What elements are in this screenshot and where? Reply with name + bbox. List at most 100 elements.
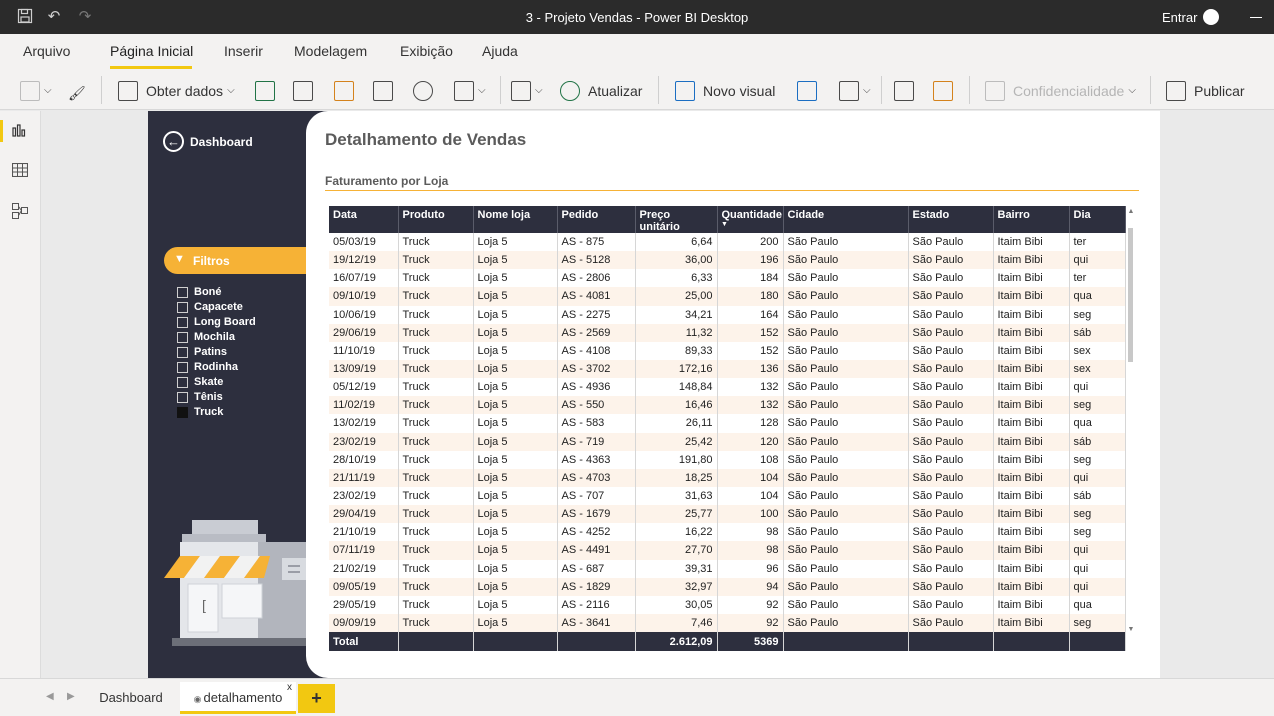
column-header[interactable]: Nome loja (473, 206, 558, 233)
refresh-button[interactable]: Atualizar (560, 78, 642, 102)
paste-button[interactable]: ⌵ (20, 78, 52, 102)
table-cell: 128 (717, 414, 784, 433)
next-page-icon[interactable]: ▶ (67, 691, 75, 702)
table-cell: qua (1069, 287, 1126, 306)
model-view-icon[interactable] (12, 203, 30, 219)
table-row[interactable]: 13/02/19 Truck Loja 5 AS - 583 26,11 128 São P… (329, 414, 1126, 433)
table-cell: seg (1069, 505, 1126, 524)
report-view-icon[interactable] (12, 123, 30, 139)
column-header[interactable]: Produto (398, 206, 474, 233)
table-scrollbar[interactable]: ▲ ▼ (1127, 208, 1135, 636)
total-cell (557, 632, 636, 652)
table-row[interactable]: 21/02/19 Truck Loja 5 AS - 687 39,31 96 São Pa… (329, 559, 1126, 578)
table-cell: São Paulo (908, 505, 994, 524)
table-row[interactable]: 29/05/19 Truck Loja 5 AS - 2116 30,05 92 São P… (329, 595, 1126, 614)
scroll-up-icon[interactable]: ▲ (1127, 208, 1135, 215)
table-row[interactable]: 07/11/19 Truck Loja 5 AS - 4491 27,70 98 São P… (329, 541, 1126, 560)
table-cell: seg (1069, 305, 1126, 324)
column-header[interactable]: Pedido (557, 206, 636, 233)
table-row[interactable]: 10/06/19 Truck Loja 5 AS - 2275 34,21 164 São … (329, 305, 1126, 324)
menu-inserir[interactable]: Inserir (224, 43, 263, 59)
window-title: 3 - Projeto Vendas - Power BI Desktop (525, 10, 749, 25)
new-visual-button[interactable]: Novo visual (675, 78, 775, 102)
excel-button[interactable] (255, 78, 275, 102)
table-row[interactable]: 23/02/19 Truck Loja 5 AS - 707 31,63 104 São P… (329, 486, 1126, 506)
table-row[interactable]: 23/02/19 Truck Loja 5 AS - 719 25,42 120 São P… (329, 432, 1126, 451)
table-row[interactable]: 05/12/19 Truck Loja 5 AS - 4936 148,84 132 São… (329, 378, 1126, 397)
table-cell: Truck (398, 559, 474, 578)
checkbox[interactable] (177, 407, 188, 418)
data-view-icon[interactable] (11, 162, 30, 179)
checkbox[interactable] (177, 392, 188, 403)
close-icon[interactable]: x (287, 672, 292, 704)
checkbox[interactable] (177, 302, 188, 313)
checkbox[interactable] (177, 332, 188, 343)
checkbox[interactable] (177, 287, 188, 298)
table-row[interactable]: 09/05/19 Truck Loja 5 AS - 1829 32,97 94 São P… (329, 577, 1126, 596)
menu-arquivo[interactable]: Arquivo (23, 43, 70, 59)
back-to-dashboard-link[interactable]: Dashboard (190, 135, 253, 149)
table-row[interactable]: 16/07/19 Truck Loja 5 AS - 2806 6,33 184 São P… (329, 269, 1126, 288)
table-row[interactable]: 09/09/19 Truck Loja 5 AS - 3641 7,46 92 São Pa… (329, 613, 1126, 633)
more-visuals-button[interactable]: ⌵ (839, 78, 871, 102)
minimize-button[interactable] (1250, 17, 1262, 18)
sort-descending-icon[interactable]: ▼ (721, 221, 728, 228)
menu-ajuda[interactable]: Ajuda (482, 43, 518, 59)
table-cell: 100 (717, 505, 784, 524)
table-row[interactable]: 19/12/19 Truck Loja 5 AS - 5128 36,00 196 São … (329, 251, 1126, 270)
table-row[interactable]: 05/03/19 Truck Loja 5 AS - 875 6,64 200 São Pa… (329, 233, 1126, 252)
tab-detalhamento[interactable]: ◉ detalhamento x (180, 682, 296, 714)
sensitivity-button[interactable]: Confidencialidade ⌵ (985, 78, 1136, 102)
column-header[interactable]: Quantidade (717, 206, 784, 233)
prev-page-icon[interactable]: ◀ (46, 691, 54, 702)
table-row[interactable]: 09/10/19 Truck Loja 5 AS - 4081 25,00 180 São … (329, 287, 1126, 306)
table-cell: São Paulo (908, 396, 994, 415)
table-row[interactable]: 11/02/19 Truck Loja 5 AS - 550 16,46 132 São P… (329, 396, 1126, 415)
checkbox[interactable] (177, 317, 188, 328)
table-row[interactable]: 29/06/19 Truck Loja 5 AS - 2569 11,32 152 São … (329, 323, 1126, 342)
column-header[interactable]: Bairro (993, 206, 1070, 233)
tab-dashboard[interactable]: Dashboard (86, 682, 176, 714)
table-cell: Truck (398, 269, 474, 288)
avatar[interactable] (1203, 9, 1219, 25)
add-page-button[interactable]: + (298, 684, 335, 713)
column-header[interactable]: Cidade (783, 206, 909, 233)
transform-data-button[interactable]: ⌵ (511, 78, 543, 102)
column-header[interactable]: Data (329, 206, 399, 233)
table-row[interactable]: 29/04/19 Truck Loja 5 AS - 1679 25,77 100 São … (329, 505, 1126, 524)
new-measure-button[interactable] (894, 78, 914, 102)
enter-data-button[interactable] (334, 78, 354, 102)
menu-pagina-inicial[interactable]: Página Inicial (110, 43, 193, 59)
column-header[interactable]: Estado (908, 206, 994, 233)
publish-button[interactable]: Publicar (1166, 78, 1245, 102)
table-cell: São Paulo (783, 233, 909, 252)
recent-sources-button[interactable]: ⌵ (454, 78, 486, 102)
table-cell: 184 (717, 269, 784, 288)
table-row[interactable]: 11/10/19 Truck Loja 5 AS - 4108 89,33 152 São … (329, 341, 1126, 360)
table-row[interactable]: 21/10/19 Truck Loja 5 AS - 4252 16,22 98 São P… (329, 523, 1126, 542)
table-row[interactable]: 21/11/19 Truck Loja 5 AS - 4703 18,25 104 São … (329, 468, 1126, 487)
checkbox[interactable] (177, 347, 188, 358)
menu-exibicao[interactable]: Exibição (400, 43, 453, 59)
table-row[interactable]: 28/10/19 Truck Loja 5 AS - 4363 191,80 108 São… (329, 450, 1126, 469)
filter-option-label: Boné (194, 286, 222, 298)
get-data-button[interactable]: Obter dados ⌵ (118, 78, 235, 102)
checkbox[interactable] (177, 377, 188, 388)
scrollbar-thumb[interactable] (1128, 228, 1133, 362)
quick-measure-button[interactable] (933, 78, 953, 102)
menu-modelagem[interactable]: Modelagem (294, 43, 367, 59)
table-row[interactable]: 13/09/19 Truck Loja 5 AS - 3702 172,16 136 São… (329, 359, 1126, 379)
table-cell: AS - 719 (557, 432, 636, 451)
column-header[interactable]: Dia (1069, 206, 1126, 233)
checkbox[interactable] (177, 362, 188, 373)
sales-table[interactable]: Data Produto Nome loja Pedido Preço unitário… (329, 206, 1126, 652)
back-arrow-icon[interactable]: ← (163, 131, 184, 152)
column-header[interactable]: Preço unitário (635, 206, 718, 233)
sign-in-link[interactable]: Entrar (1162, 10, 1197, 25)
text-box-button[interactable] (797, 78, 817, 102)
dataflow-button[interactable] (413, 78, 433, 102)
sql-server-button[interactable] (293, 78, 313, 102)
dataverse-button[interactable] (373, 78, 393, 102)
format-painter-button[interactable]: 🖌 (68, 78, 88, 102)
scroll-down-icon[interactable]: ▼ (1127, 626, 1135, 633)
